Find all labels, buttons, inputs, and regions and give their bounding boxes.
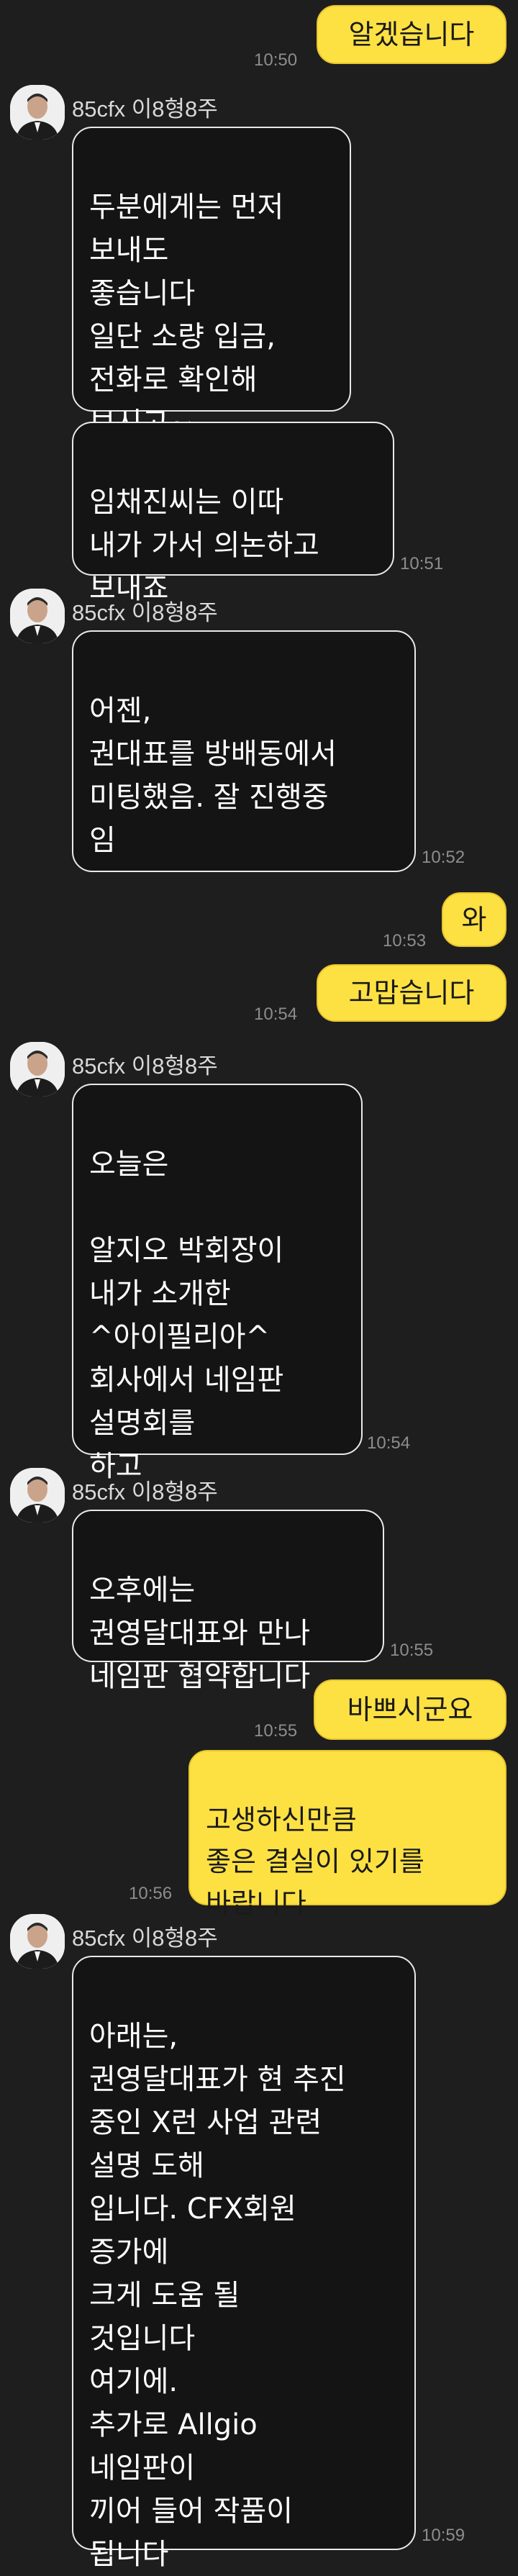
sender-name: 85cfx 이8형8주 (72, 1479, 218, 1505)
message-text: 임채진씨는 이따 내가 가서 의논하고 보내죠 (89, 486, 319, 605)
message-time: 10:55 (390, 1641, 434, 1660)
incoming-message[interactable]: 오후에는 권영달대표와 만나 네임판 협약합니다 (72, 1510, 384, 1693)
message-text: 고생하신만큼 좋은 결실이 있기를 바랍니다 (206, 1804, 424, 1919)
avatar[interactable] (10, 85, 65, 140)
message-time: 10:51 (400, 554, 444, 573)
person-avatar-icon (10, 1468, 65, 1523)
avatar[interactable] (10, 1914, 65, 1969)
message-time: 10:56 (129, 1884, 173, 1903)
message-time: 10:55 (254, 1721, 298, 1741)
outgoing-message[interactable]: 고맙습니다 (317, 964, 506, 1022)
person-avatar-icon (10, 1042, 65, 1097)
person-avatar-icon (10, 1914, 65, 1969)
sender-name: 85cfx 이8형8주 (72, 1926, 218, 1951)
message-text: 고맙습니다 (348, 977, 475, 1009)
outgoing-message[interactable]: 알겠습니다 (317, 5, 506, 64)
person-avatar-icon (10, 85, 65, 140)
incoming-message[interactable]: 임채진씨는 이따 내가 가서 의논하고 보내죠 (72, 422, 394, 605)
incoming-message[interactable]: 아래는, 권영달대표가 현 추진 중인 X런 사업 관련 설명 도해 입니다. … (72, 1956, 416, 2571)
outgoing-message[interactable]: 바쁘시군요 (314, 1679, 506, 1740)
message-text: 어젠, 권대표를 방배동에서 미팅했음. 잘 진행중 임 (89, 694, 337, 857)
message-text: 두분에게는 먼저 보내도 좋습니다 일단 소량 입금, 전화로 확인해 보시고~ (89, 191, 284, 440)
message-time: 10:54 (367, 1433, 411, 1453)
avatar[interactable] (10, 1042, 65, 1097)
avatar[interactable] (10, 589, 65, 643)
outgoing-message[interactable]: 와 (442, 892, 506, 947)
message-time: 10:59 (422, 2526, 465, 2545)
message-text: 오늘은 알지오 박회장이 내가 소개한 ^아이필리아^ 회사에서 네임판 설명회… (89, 1148, 284, 1483)
incoming-message[interactable]: 두분에게는 먼저 보내도 좋습니다 일단 소량 입금, 전화로 확인해 보시고~ (72, 127, 351, 440)
message-time: 10:53 (383, 931, 427, 951)
chat-screen: { "colors": { "background": "#1e1e1e", "… (0, 0, 518, 2571)
message-text: 아래는, 권영달대표가 현 추진 중인 X런 사업 관련 설명 도해 입니다. … (89, 2020, 346, 2571)
message-text: 와 (461, 904, 487, 935)
sender-name: 85cfx 이8형8주 (72, 1053, 218, 1079)
person-avatar-icon (10, 589, 65, 643)
sender-name: 85cfx 이8형8주 (72, 600, 218, 625)
outgoing-message[interactable]: 고생하신만큼 좋은 결실이 있기를 바랍니다 (188, 1750, 506, 1919)
incoming-message[interactable]: 어젠, 권대표를 방배동에서 미팅했음. 잘 진행중 임 (72, 630, 416, 872)
message-time: 10:50 (254, 50, 298, 70)
avatar[interactable] (10, 1468, 65, 1523)
message-time: 10:52 (422, 848, 465, 867)
message-text: 알겠습니다 (348, 19, 475, 50)
sender-name: 85cfx 이8형8주 (72, 96, 218, 122)
message-text: 바쁘시군요 (347, 1694, 473, 1725)
message-text: 오후에는 권영달대표와 만나 네임판 협약합니다 (89, 1574, 311, 1693)
incoming-message[interactable]: 오늘은 알지오 박회장이 내가 소개한 ^아이필리아^ 회사에서 네임판 설명회… (72, 1084, 363, 1483)
message-time: 10:54 (254, 1004, 298, 1024)
